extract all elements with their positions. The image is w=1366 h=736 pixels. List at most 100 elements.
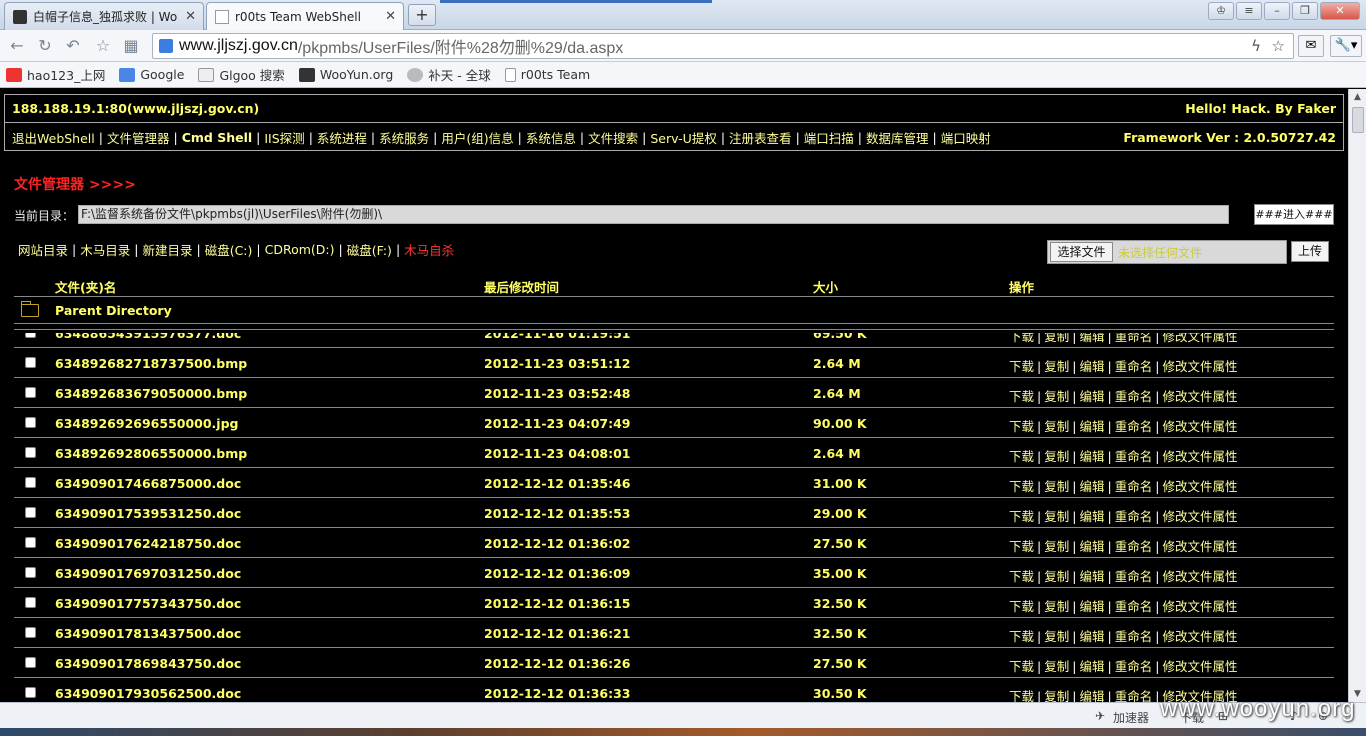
download-link[interactable]: 下载 bbox=[1009, 333, 1034, 344]
file-name[interactable]: 634892692696550000.jpg bbox=[55, 416, 238, 431]
rename-link[interactable]: 重命名 bbox=[1115, 539, 1153, 554]
rename-link[interactable]: 重命名 bbox=[1115, 479, 1153, 494]
attributes-link[interactable]: 修改文件属性 bbox=[1162, 389, 1237, 404]
download-link[interactable]: 下载 bbox=[1009, 419, 1034, 434]
menu-sysinfo[interactable]: 系统信息 bbox=[526, 128, 576, 147]
row-checkbox[interactable] bbox=[25, 447, 36, 458]
mail-icon[interactable]: ✉ bbox=[1298, 35, 1324, 57]
download-link[interactable]: 下载 bbox=[1009, 539, 1034, 554]
favorite-star-icon[interactable]: ☆ bbox=[94, 37, 112, 55]
copy-link[interactable]: 复制 bbox=[1044, 509, 1069, 524]
menu-registry[interactable]: 注册表查看 bbox=[729, 128, 792, 147]
edit-link[interactable]: 编辑 bbox=[1079, 659, 1104, 674]
row-checkbox[interactable] bbox=[25, 417, 36, 428]
attributes-link[interactable]: 修改文件属性 bbox=[1162, 509, 1237, 524]
attributes-link[interactable]: 修改文件属性 bbox=[1162, 479, 1237, 494]
copy-link[interactable]: 复制 bbox=[1044, 419, 1069, 434]
menu-services[interactable]: 系统服务 bbox=[379, 128, 429, 147]
menu-logout[interactable]: 退出WebShell bbox=[12, 128, 95, 147]
row-checkbox[interactable] bbox=[25, 657, 36, 668]
minimize-icon[interactable]: – bbox=[1264, 2, 1290, 20]
copy-link[interactable]: 复制 bbox=[1044, 389, 1069, 404]
row-checkbox[interactable] bbox=[25, 387, 36, 398]
menu-servu[interactable]: Serv-U提权 bbox=[650, 128, 717, 147]
menu-file-search[interactable]: 文件搜索 bbox=[588, 128, 638, 147]
attributes-link[interactable]: 修改文件属性 bbox=[1162, 449, 1237, 464]
attributes-link[interactable]: 修改文件属性 bbox=[1162, 539, 1237, 554]
bookmark-butian[interactable]: 补天 - 全球 bbox=[407, 65, 491, 84]
rename-link[interactable]: 重命名 bbox=[1115, 599, 1153, 614]
edit-link[interactable]: 编辑 bbox=[1079, 333, 1104, 344]
row-checkbox[interactable] bbox=[25, 567, 36, 578]
download-link[interactable]: 下载 bbox=[1009, 629, 1034, 644]
copy-link[interactable]: 复制 bbox=[1044, 689, 1069, 702]
row-checkbox[interactable] bbox=[25, 627, 36, 638]
link-drive-f[interactable]: 磁盘(F:) bbox=[347, 240, 392, 259]
download-link[interactable]: 下载 bbox=[1009, 569, 1034, 584]
menu-port-map[interactable]: 端口映射 bbox=[941, 128, 991, 147]
copy-link[interactable]: 复制 bbox=[1044, 449, 1069, 464]
edit-link[interactable]: 编辑 bbox=[1079, 509, 1104, 524]
tab-close-icon[interactable]: ✕ bbox=[185, 9, 196, 24]
rename-link[interactable]: 重命名 bbox=[1115, 449, 1153, 464]
choose-file-button[interactable]: 选择文件 bbox=[1050, 242, 1113, 262]
tab-close-icon[interactable]: ✕ bbox=[385, 9, 396, 24]
file-name[interactable]: 634909017813437500.doc bbox=[55, 626, 241, 641]
edit-link[interactable]: 编辑 bbox=[1079, 689, 1104, 702]
attributes-link[interactable]: 修改文件属性 bbox=[1162, 359, 1237, 374]
rename-link[interactable]: 重命名 bbox=[1115, 419, 1153, 434]
menu-users[interactable]: 用户(组)信息 bbox=[441, 128, 513, 147]
download-link[interactable]: 下载 bbox=[1009, 359, 1034, 374]
link-site-dir[interactable]: 网站目录 bbox=[18, 240, 68, 259]
tab-wooyun[interactable]: 白帽子信息_独孤求败 | Wo ✕ bbox=[4, 2, 204, 30]
file-name[interactable]: 634892683679050000.bmp bbox=[55, 386, 247, 401]
download-link[interactable]: 下载 bbox=[1009, 599, 1034, 614]
copy-link[interactable]: 复制 bbox=[1044, 359, 1069, 374]
edit-link[interactable]: 编辑 bbox=[1079, 359, 1104, 374]
bookmark-wooyun[interactable]: WooYun.org bbox=[298, 67, 393, 82]
row-checkbox[interactable] bbox=[25, 597, 36, 608]
link-cdrom-d[interactable]: CDRom(D:) bbox=[265, 242, 335, 257]
parent-directory-row[interactable]: Parent Directory bbox=[14, 297, 1334, 324]
parent-directory-link[interactable]: Parent Directory bbox=[55, 303, 172, 318]
file-name[interactable]: 634909017869843750.doc bbox=[55, 656, 241, 671]
file-upload-field[interactable]: 选择文件 未选择任何文件 bbox=[1047, 240, 1287, 264]
tab-webshell[interactable]: r00ts Team WebShell ✕ bbox=[206, 2, 404, 31]
menu-cmd-shell[interactable]: Cmd Shell bbox=[182, 130, 252, 145]
rename-link[interactable]: 重命名 bbox=[1115, 569, 1153, 584]
attributes-link[interactable]: 修改文件属性 bbox=[1162, 419, 1237, 434]
bookmark-glgoo[interactable]: Glgoo 搜索 bbox=[198, 65, 285, 84]
accelerator-icon[interactable]: ✈ bbox=[1095, 709, 1105, 723]
copy-link[interactable]: 复制 bbox=[1044, 479, 1069, 494]
rename-link[interactable]: 重命名 bbox=[1115, 359, 1153, 374]
attributes-link[interactable]: 修改文件属性 bbox=[1162, 629, 1237, 644]
accelerator-label[interactable]: 加速器 bbox=[1113, 709, 1149, 726]
link-trojan-dir[interactable]: 木马目录 bbox=[80, 240, 130, 259]
edit-link[interactable]: 编辑 bbox=[1079, 569, 1104, 584]
download-link[interactable]: 下载 bbox=[1009, 479, 1034, 494]
address-bar[interactable]: www.jljszj.gov.cn /pkpmbs/UserFiles/附件%2… bbox=[152, 33, 1294, 59]
menu-iis-probe[interactable]: IIS探测 bbox=[264, 128, 304, 147]
file-name[interactable]: 634909017697031250.doc bbox=[55, 566, 241, 581]
undo-icon[interactable]: ↶ bbox=[64, 37, 82, 55]
row-checkbox[interactable] bbox=[25, 333, 36, 338]
download-link[interactable]: 下载 bbox=[1009, 689, 1034, 702]
vertical-scrollbar[interactable]: ▲ ▼ bbox=[1348, 89, 1366, 702]
scroll-thumb[interactable] bbox=[1352, 107, 1364, 133]
attributes-link[interactable]: 修改文件属性 bbox=[1162, 569, 1237, 584]
lightning-icon[interactable]: ϟ bbox=[1251, 37, 1261, 55]
link-self-delete[interactable]: 木马自杀 bbox=[404, 240, 454, 259]
link-new-dir[interactable]: 新建目录 bbox=[142, 240, 192, 259]
file-name[interactable]: 634909017539531250.doc bbox=[55, 506, 241, 521]
rename-link[interactable]: 重命名 bbox=[1115, 389, 1153, 404]
attributes-link[interactable]: 修改文件属性 bbox=[1162, 599, 1237, 614]
attributes-link[interactable]: 修改文件属性 bbox=[1162, 333, 1237, 344]
file-name[interactable]: 634886543915976377.doc bbox=[55, 333, 241, 341]
edit-link[interactable]: 编辑 bbox=[1079, 479, 1104, 494]
row-checkbox[interactable] bbox=[25, 537, 36, 548]
row-checkbox[interactable] bbox=[25, 477, 36, 488]
attributes-link[interactable]: 修改文件属性 bbox=[1162, 659, 1237, 674]
menu-database[interactable]: 数据库管理 bbox=[866, 128, 929, 147]
grid-icon[interactable]: ▦ bbox=[122, 37, 140, 55]
download-link[interactable]: 下载 bbox=[1009, 659, 1034, 674]
